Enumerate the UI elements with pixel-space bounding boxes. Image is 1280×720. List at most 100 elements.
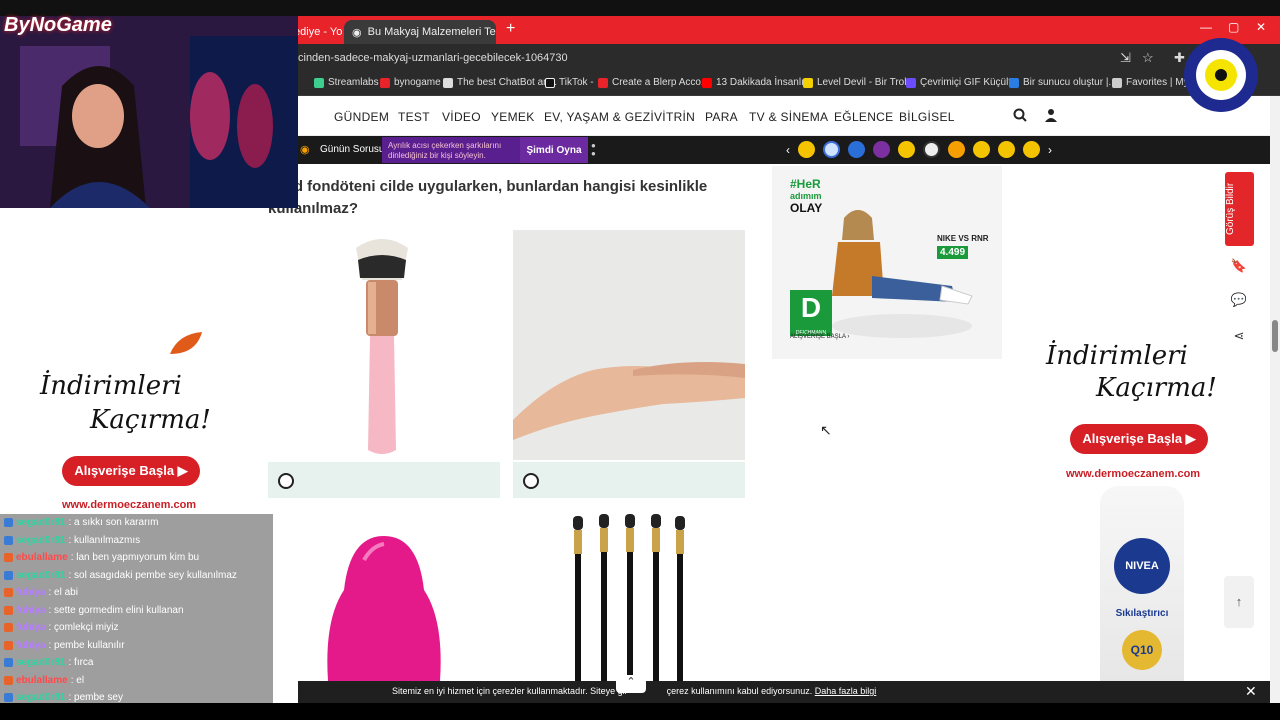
- shop-now-button[interactable]: Alışverişe Başla ▶: [1070, 424, 1208, 454]
- chat-username[interactable]: segad0r81: [16, 657, 65, 668]
- reaction-icon[interactable]: [898, 141, 915, 158]
- shop-now-button[interactable]: Alışverişe Başla ▶: [62, 456, 200, 486]
- close-window-icon[interactable]: ✕: [1256, 20, 1266, 34]
- chat-text: : sette gormedim elini kullanan: [48, 604, 184, 616]
- minimize-icon[interactable]: —: [1200, 20, 1212, 34]
- reaction-icon[interactable]: [823, 141, 840, 158]
- star-icon[interactable]: ☆: [1142, 50, 1154, 66]
- chat-username[interactable]: ebulallame: [16, 675, 68, 686]
- radio-button[interactable]: [278, 473, 294, 489]
- scroll-to-top-button[interactable]: ↑: [1224, 576, 1254, 628]
- ad-headline: Kaçırma!: [90, 405, 211, 435]
- reaction-carousel: ‹ ›: [786, 141, 1052, 158]
- option-image[interactable]: [268, 510, 500, 681]
- ad-site: www.dermoeczanem.com: [1066, 468, 1201, 480]
- quiz-prompt[interactable]: Ayrılık acısı çekerken şarkılarını dinle…: [382, 137, 520, 163]
- scrollbar-thumb[interactable]: [1272, 320, 1278, 352]
- nav-vitrin[interactable]: VİTRİN: [654, 110, 695, 124]
- bookmark[interactable]: Create a Blerp Acco...: [598, 77, 709, 88]
- option-image[interactable]: [513, 510, 745, 681]
- chat-username[interactable]: ebulallame: [16, 552, 68, 563]
- url-text[interactable]: cinden-sadece-makyaj-uzmanlari-gecebilec…: [298, 52, 568, 64]
- radio-button[interactable]: [523, 473, 539, 489]
- chat-text: : el abi: [48, 587, 78, 599]
- bookmark[interactable]: 13 Dakikada İnsanlı...: [702, 77, 812, 88]
- extensions-icon[interactable]: ✚: [1174, 50, 1185, 66]
- chat-username[interactable]: fuhiya: [16, 640, 45, 651]
- new-tab-icon[interactable]: +: [506, 20, 515, 38]
- option-image[interactable]: [513, 230, 745, 460]
- chat-username[interactable]: segad0r81: [16, 517, 65, 528]
- nav-bilgisel[interactable]: BİLGİSEL: [899, 110, 955, 124]
- deichmann-ad[interactable]: #HeR adımım OLAY NIKE VS RNR 4.499 D DEI…: [772, 166, 1002, 359]
- site-nav: GÜNDEM TEST VİDEO YEMEK EV, YAŞAM & GEZİ…: [298, 96, 1270, 136]
- option-footer[interactable]: [513, 462, 745, 498]
- option-footer[interactable]: [268, 462, 500, 498]
- reaction-icon[interactable]: [923, 141, 940, 158]
- cookie-more-link[interactable]: Daha fazla bilgi: [815, 686, 877, 696]
- nav-yemek[interactable]: YEMEK: [491, 110, 535, 124]
- leaf-icon: [170, 332, 202, 354]
- ad-headline: Kaçırma!: [1096, 373, 1217, 403]
- heart-eyes-icon[interactable]: [973, 141, 990, 158]
- chat-text: : kullanılmazmıs: [68, 534, 141, 546]
- nav-tv-sinema[interactable]: TV & SİNEMA: [749, 110, 828, 124]
- more-icon[interactable]: ● ●: [591, 142, 596, 158]
- brush-set-image: [573, 514, 685, 681]
- bookmark[interactable]: Çevrimiçi GIF Küçült...: [906, 77, 1019, 88]
- option-image[interactable]: [268, 230, 500, 460]
- chatbot-icon: [443, 77, 453, 88]
- bookmark[interactable]: Streamlabs: [314, 77, 379, 88]
- question-text: Likid fondöteni cilde uygularken, bunlar…: [268, 178, 708, 217]
- right-side-ad[interactable]: İndirimleri Kaçırma! Alışverişe Başla ▶ …: [1010, 330, 1224, 703]
- chat-username[interactable]: segad0r81: [16, 692, 65, 703]
- nav-ev-yasam-gezi[interactable]: EV, YAŞAM & GEZİ: [544, 110, 654, 124]
- bookmark-icon[interactable]: 🔖: [1225, 258, 1253, 274]
- share-icon[interactable]: ⋖: [1225, 328, 1253, 344]
- sad-face-icon[interactable]: [998, 141, 1015, 158]
- play-now-button[interactable]: Şimdi Oyna: [520, 137, 588, 163]
- chat-message: fuhiya: sette gormedim elini kullanan: [0, 601, 273, 619]
- reaction-icon[interactable]: [848, 141, 865, 158]
- bookmark[interactable]: TikTok -: [545, 77, 594, 88]
- bookmark[interactable]: Bir sunucu oluştur |...: [1009, 77, 1117, 88]
- product-name: Sıkılaştırıcı: [1115, 608, 1169, 619]
- search-icon[interactable]: [1013, 108, 1027, 125]
- chevron-right-icon[interactable]: ›: [1048, 143, 1052, 157]
- chat-username[interactable]: fuhiya: [16, 587, 45, 598]
- user-icon[interactable]: [1045, 108, 1057, 125]
- ad-cta[interactable]: ALIŞVERİŞE BAŞLA ›: [790, 334, 849, 340]
- chat-message: ebulallame: el: [0, 671, 273, 689]
- tab-active-quiz[interactable]: ◉ Bu Makyaj Malzemeleri Testind ✕: [344, 20, 496, 44]
- bookmark[interactable]: Level Devil - Bir Trol...: [803, 77, 915, 88]
- feedback-button[interactable]: Görüş Bildir: [1225, 172, 1254, 246]
- nav-test[interactable]: TEST: [398, 110, 430, 124]
- chat-username[interactable]: fuhiya: [16, 605, 45, 616]
- webcam-overlay: [0, 16, 298, 208]
- comments-icon[interactable]: 💬: [1225, 292, 1253, 308]
- nav-para[interactable]: PARA: [705, 110, 738, 124]
- close-icon[interactable]: ✕: [1245, 683, 1257, 700]
- nav-video[interactable]: VİDEO: [442, 110, 481, 124]
- bookmark[interactable]: The best ChatBot an...: [443, 77, 557, 88]
- reaction-icon[interactable]: [798, 141, 815, 158]
- left-side-ad[interactable]: İndirimleri Kaçırma! Alışverişe Başla ▶ …: [0, 330, 260, 520]
- chat-username[interactable]: fuhiya: [16, 622, 45, 633]
- top-strip: [0, 0, 1280, 16]
- bookmark[interactable]: bynogame: [380, 77, 441, 88]
- chat-text: : pembe kullanılır: [48, 639, 125, 651]
- chat-badge-icon: [4, 588, 13, 598]
- chevron-left-icon[interactable]: ‹: [786, 143, 790, 157]
- nav-eglence[interactable]: EĞLENCE: [834, 110, 893, 124]
- reaction-icon[interactable]: [873, 141, 890, 158]
- reaction-icon[interactable]: [948, 141, 965, 158]
- maximize-icon[interactable]: ▢: [1228, 20, 1239, 34]
- chat-username[interactable]: segad0r81: [16, 570, 65, 581]
- scrollbar[interactable]: [1270, 96, 1280, 703]
- smile-icon[interactable]: [1023, 141, 1040, 158]
- chat-username[interactable]: segad0r81: [16, 535, 65, 546]
- ad-headline: İndirimleri: [1046, 341, 1188, 371]
- level-devil-icon: [803, 77, 813, 88]
- install-icon[interactable]: ⇲: [1120, 50, 1131, 66]
- nav-gundem[interactable]: GÜNDEM: [334, 110, 389, 124]
